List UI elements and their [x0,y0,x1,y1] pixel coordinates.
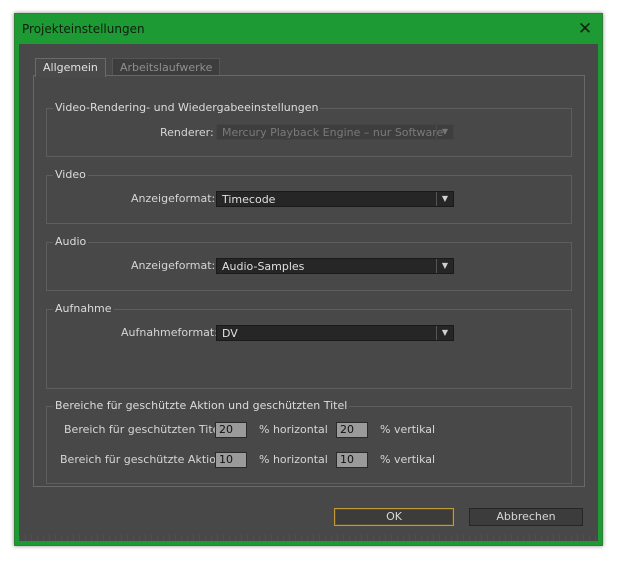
group-legend: Audio [53,235,89,248]
chevron-down-icon: ▼ [436,192,453,206]
ok-button[interactable]: OK [334,508,454,526]
title-safe-vertical-unit: % vertikal [380,423,436,436]
video-format-value: Timecode [222,193,276,206]
action-safe-vertical-input[interactable]: 10 [336,452,368,468]
video-format-select[interactable]: Timecode ▼ [216,191,454,207]
group-video: Video Anzeigeformat: Timecode ▼ [46,168,572,224]
chevron-down-icon: ▼ [436,259,453,273]
renderer-select[interactable]: Mercury Playback Engine – nur Software ▼ [216,124,454,140]
group-legend: Video-Rendering- und Wiedergabeeinstellu… [53,101,321,114]
renderer-label: Renderer: [160,126,214,139]
capture-format-select[interactable]: DV ▼ [216,325,454,341]
group-audio: Audio Anzeigeformat: Audio-Samples ▼ [46,235,572,291]
group-capture: Aufnahme Aufnahmeformat: DV ▼ [46,302,572,389]
title-safe-label: Bereich für geschützten Titel [64,423,223,436]
video-format-label: Anzeigeformat: [131,192,216,205]
action-safe-horizontal-unit: % horizontal [259,453,328,466]
audio-format-label: Anzeigeformat: [131,259,216,272]
title-bar[interactable]: Projekteinstellungen ✕ [15,14,602,44]
title-safe-vertical-input[interactable]: 20 [336,422,368,438]
chevron-down-icon: ▼ [436,326,453,340]
group-legend: Bereiche für geschützte Aktion und gesch… [53,399,350,412]
action-safe-vertical-unit: % vertikal [380,453,436,466]
title-safe-horizontal-input[interactable]: 20 [215,422,247,438]
renderer-value: Mercury Playback Engine – nur Software [222,126,444,139]
group-video-rendering: Video-Rendering- und Wiedergabeeinstellu… [46,101,572,157]
tab-allgemein[interactable]: Allgemein [35,58,106,77]
capture-format-value: DV [222,327,238,340]
group-legend: Aufnahme [53,302,114,315]
capture-format-label: Aufnahmeformat: [121,326,218,339]
group-safe-margins: Bereiche für geschützte Aktion und gesch… [46,399,572,484]
project-settings-dialog: Projekteinstellungen ✕ Allgemein Arbeits… [14,13,603,546]
cancel-button[interactable]: Abbrechen [469,508,583,526]
window-border-bottom [15,541,602,545]
action-safe-label: Bereich für geschützte Aktion [60,453,223,466]
window-border-right [598,44,602,545]
tab-panel-allgemein: Video-Rendering- und Wiedergabeeinstellu… [33,75,585,487]
close-icon[interactable]: ✕ [574,18,596,40]
action-safe-horizontal-input[interactable]: 10 [215,452,247,468]
timeline-ruler-background [19,535,598,541]
chevron-down-icon: ▼ [436,125,453,139]
dialog-title: Projekteinstellungen [22,22,145,36]
audio-format-select[interactable]: Audio-Samples ▼ [216,258,454,274]
audio-format-value: Audio-Samples [222,260,305,273]
title-safe-horizontal-unit: % horizontal [259,423,328,436]
group-legend: Video [53,168,88,181]
window-border-left [15,44,19,545]
